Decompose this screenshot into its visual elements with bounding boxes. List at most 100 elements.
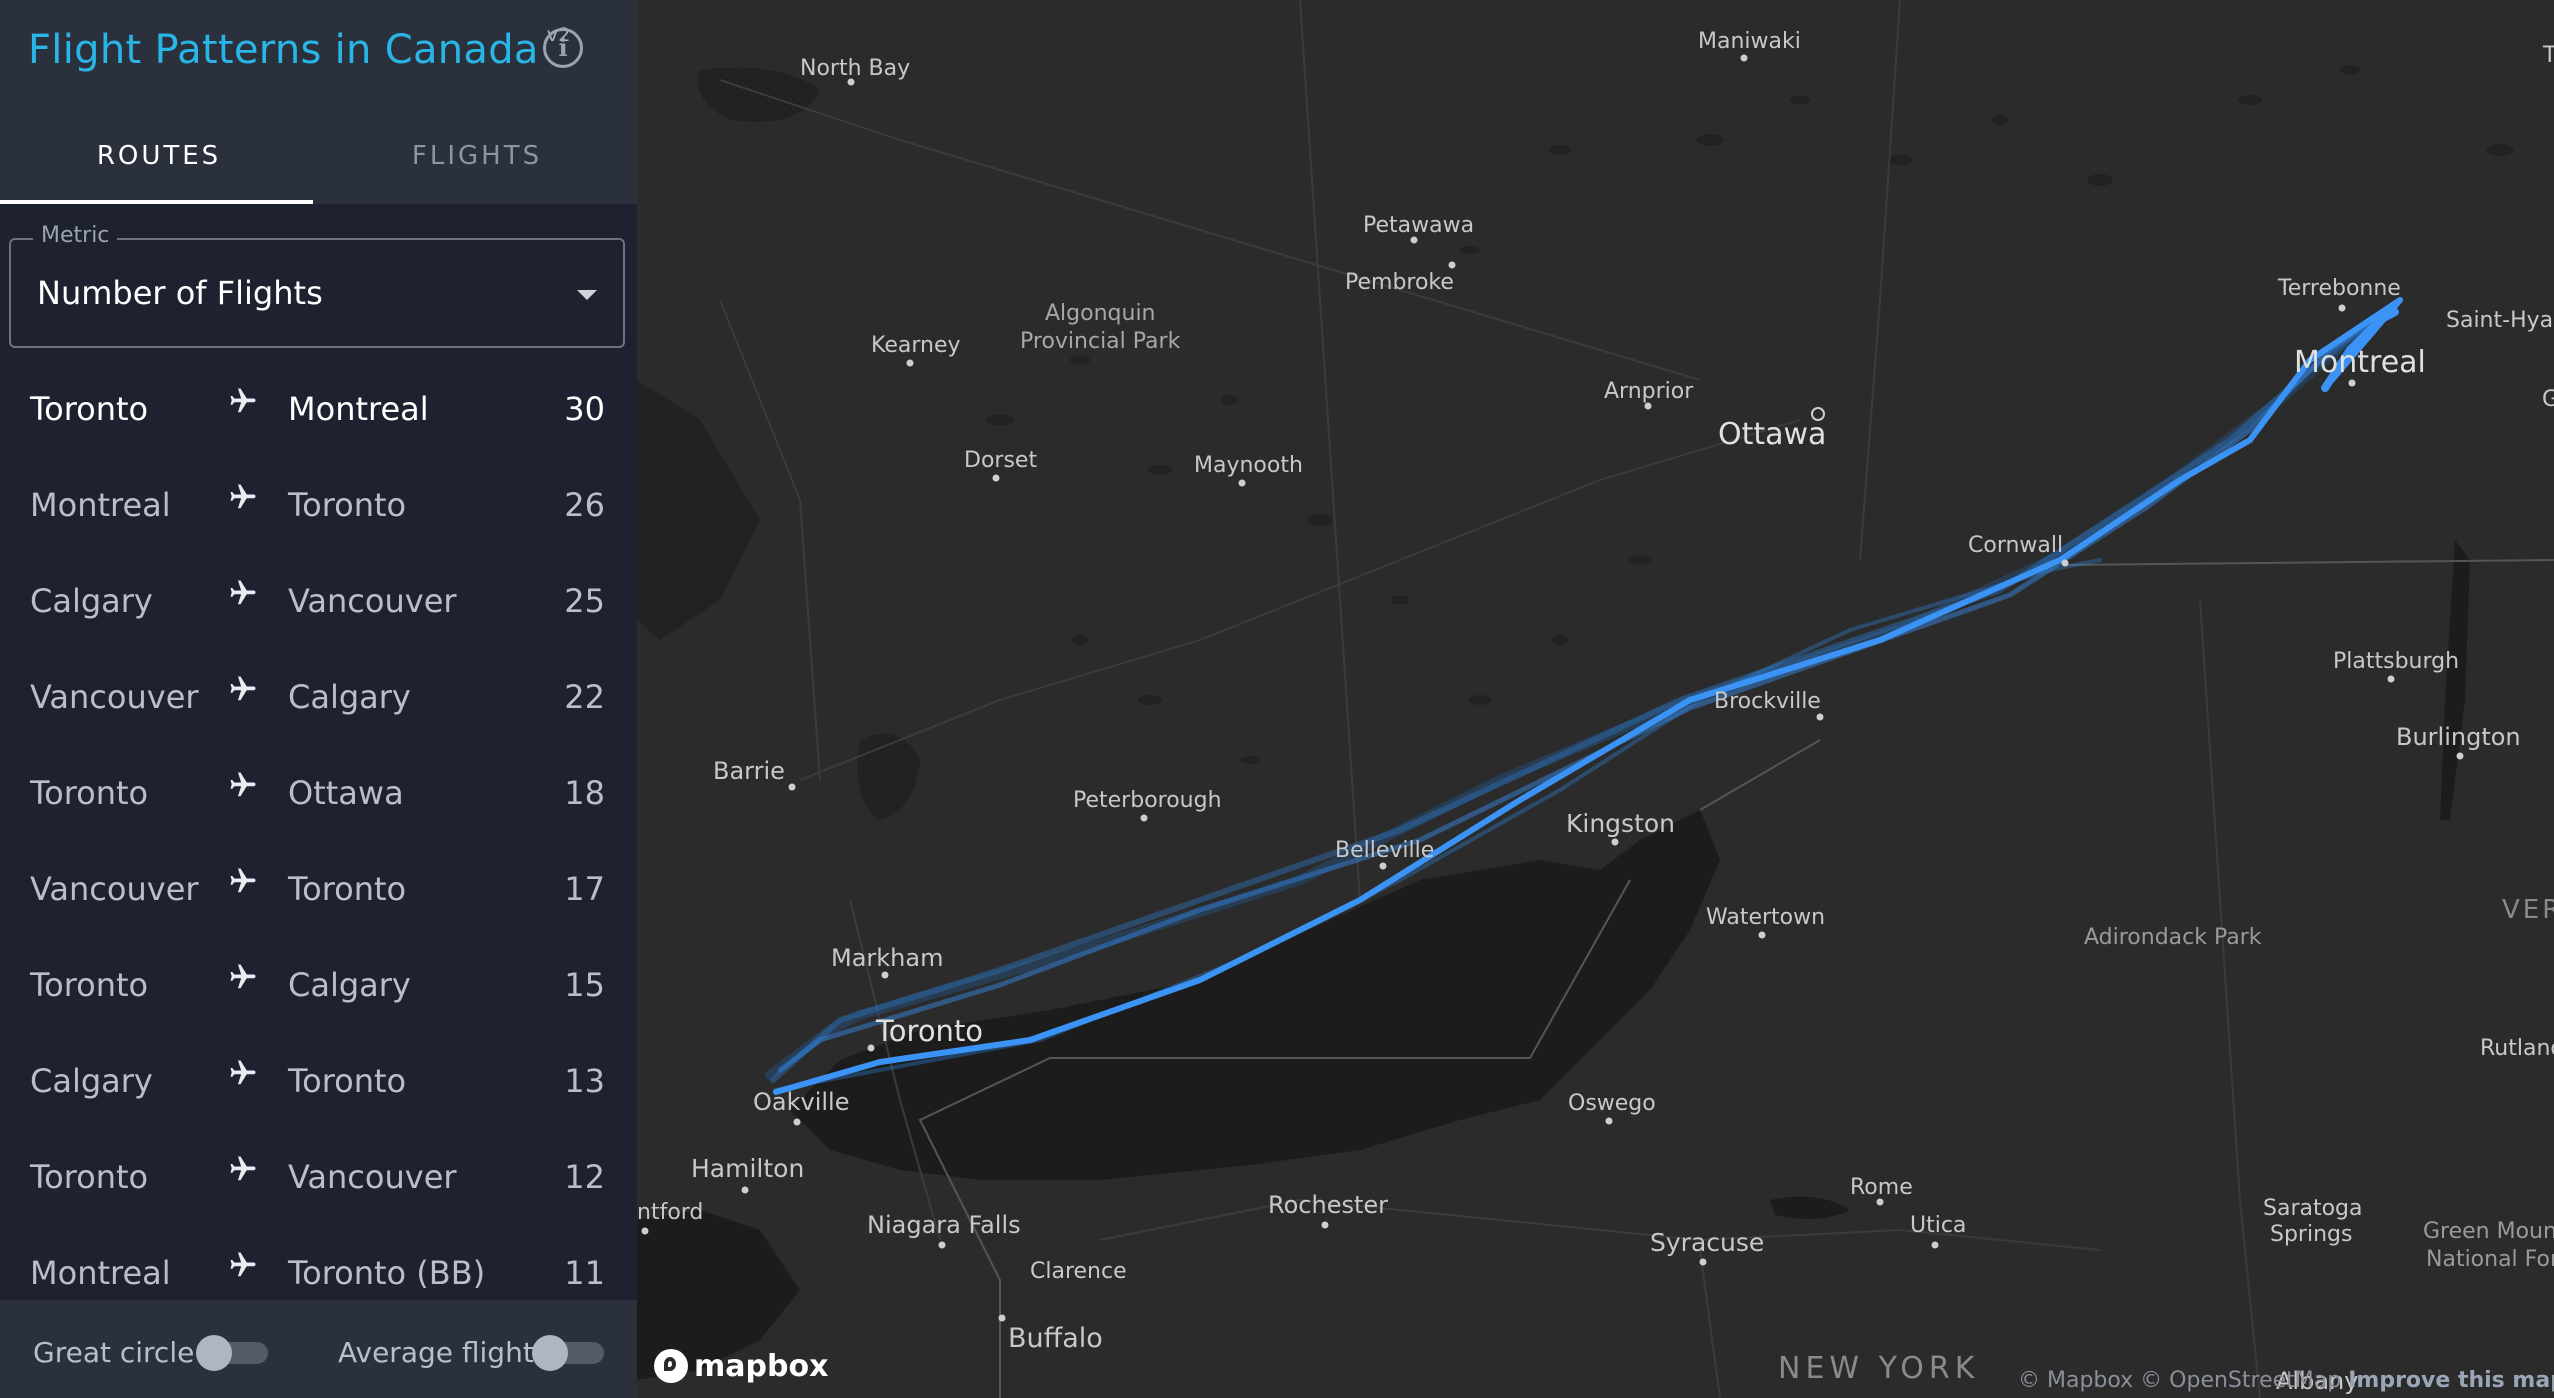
tab-flights[interactable]: FLIGHTS [318, 104, 636, 204]
label-kingston: Kingston [1566, 809, 1675, 838]
route-flight-count: 17 [564, 870, 605, 908]
airplane-icon [228, 386, 258, 416]
route-destination: Toronto [288, 870, 407, 908]
route-row[interactable]: Toronto Vancouver 12 [0, 1128, 637, 1224]
attribution-text[interactable]: © Mapbox © OpenStreetMap [2018, 1368, 2341, 1393]
label-national-for: National For [2426, 1247, 2554, 1272]
label-new-york: NEW YORK [1778, 1351, 1979, 1386]
label-oakville: Oakville [753, 1088, 849, 1116]
airplane-icon [228, 962, 258, 992]
improve-map-link[interactable]: Improve this map [2348, 1368, 2554, 1393]
route-row[interactable]: Calgary Toronto 13 [0, 1032, 637, 1128]
label-vermont: VER [2502, 895, 2554, 925]
label-terrebonne: Terrebonne [2277, 276, 2401, 301]
route-origin: Montreal [30, 1254, 171, 1292]
label-maynooth: Maynooth [1194, 453, 1303, 478]
route-destination: Vancouver [288, 1158, 457, 1196]
label-saratoga: Saratoga [2263, 1196, 2363, 1221]
mapbox-wordmark: mapbox [694, 1348, 829, 1384]
route-origin: Calgary [30, 1062, 153, 1100]
metric-select[interactable]: Metric Number of Flights [9, 223, 625, 348]
label-hamilton: Hamilton [691, 1154, 804, 1183]
label-brantford: ntford [637, 1200, 703, 1225]
airplane-icon [228, 1154, 258, 1184]
label-saint-hyac: Saint-Hyac [2446, 308, 2554, 333]
airplane-icon [228, 866, 258, 896]
route-row[interactable]: Toronto Calgary 15 [0, 936, 637, 1032]
app-title: Flight Patterns in Canada v2 [28, 24, 571, 73]
label-toronto: Toronto [875, 1014, 983, 1048]
info-icon[interactable]: i [543, 28, 583, 68]
label-barrie: Barrie [713, 757, 785, 785]
map-attribution: © Mapbox © OpenStreetMap Improve this ma… [2018, 1368, 2554, 1393]
label-buffalo: Buffalo [1008, 1323, 1103, 1354]
metric-value: Number of Flights [37, 274, 323, 312]
label-montreal: Montreal [2294, 345, 2426, 380]
label-clarence: Clarence [1030, 1259, 1127, 1284]
label-pembroke: Pembroke [1345, 270, 1454, 295]
route-row[interactable]: Montreal Toronto 26 [0, 456, 637, 552]
label-springs: Springs [2270, 1222, 2352, 1247]
route-destination: Calgary [288, 966, 411, 1004]
chevron-down-icon[interactable] [577, 290, 597, 300]
label-petawawa: Petawawa [1363, 213, 1474, 238]
label-north-bay: North Bay [800, 56, 910, 81]
route-origin: Toronto [30, 1158, 149, 1196]
airplane-icon [228, 674, 258, 704]
mapbox-logo[interactable]: mapbox [654, 1346, 828, 1386]
label-plattsburgh: Plattsburgh [2333, 649, 2459, 674]
route-destination: Toronto [288, 1062, 407, 1100]
route-destination: Toronto [288, 486, 407, 524]
average-flight-label: Average flight [338, 1336, 534, 1369]
route-destination: Toronto (BB) [288, 1254, 486, 1292]
route-row[interactable]: Toronto Montreal 30 [0, 360, 637, 456]
route-flight-count: 18 [564, 774, 605, 812]
label-algonquin: Algonquin [1045, 301, 1156, 326]
label-rutland: Rutland [2480, 1036, 2554, 1061]
label-edge-g: G [2542, 387, 2554, 412]
active-tab-indicator [0, 200, 313, 204]
route-row[interactable]: Vancouver Toronto 17 [0, 840, 637, 936]
label-rome: Rome [1850, 1175, 1913, 1200]
airplane-icon [228, 770, 258, 800]
route-origin: Montreal [30, 486, 171, 524]
label-brockville: Brockville [1714, 689, 1821, 714]
route-row[interactable]: Calgary Vancouver 25 [0, 552, 637, 648]
airplane-icon [228, 1250, 258, 1280]
route-flight-count: 22 [564, 678, 605, 716]
sidebar: Flight Patterns in Canada v2 i ROUTES FLI… [0, 0, 637, 1398]
route-flight-count: 13 [564, 1062, 605, 1100]
label-maniwaki: Maniwaki [1698, 29, 1801, 54]
airplane-icon [228, 1058, 258, 1088]
route-destination: Montreal [288, 390, 429, 428]
label-burlington: Burlington [2396, 723, 2521, 751]
route-row[interactable]: Vancouver Calgary 22 [0, 648, 637, 744]
tab-bar: ROUTES FLIGHTS [0, 104, 637, 204]
route-list: Toronto Montreal 30 Montreal Toronto 26 Calgar… [0, 360, 637, 1320]
label-markham: Markham [831, 944, 943, 972]
label-green-mount: Green Mount [2423, 1219, 2554, 1244]
route-destination: Vancouver [288, 582, 457, 620]
route-origin: Toronto [30, 966, 149, 1004]
label-dorset: Dorset [964, 448, 1037, 473]
route-flight-count: 12 [564, 1158, 605, 1196]
label-edge-t: T [2542, 43, 2554, 68]
app-header: Flight Patterns in Canada v2 i [0, 0, 637, 104]
route-flight-count: 11 [564, 1254, 605, 1292]
route-origin: Calgary [30, 582, 153, 620]
label-niagara-falls: Niagara Falls [867, 1211, 1021, 1239]
label-adirondack-park: Adirondack Park [2084, 925, 2262, 950]
airplane-icon [228, 578, 258, 608]
average-flight-toggle-knob[interactable] [532, 1335, 568, 1371]
map-canvas[interactable]: North Bay Maniwaki Petawawa Pembroke Alg… [637, 0, 2554, 1398]
label-watertown: Watertown [1706, 905, 1825, 930]
route-row[interactable]: Toronto Ottawa 18 [0, 744, 637, 840]
mapbox-icon [654, 1349, 688, 1383]
label-kearney: Kearney [871, 333, 961, 358]
route-flight-count: 25 [564, 582, 605, 620]
metric-label: Metric [33, 223, 118, 248]
great-circle-toggle-knob[interactable] [196, 1335, 232, 1371]
tab-routes[interactable]: ROUTES [0, 104, 318, 204]
label-arnprior: Arnprior [1604, 379, 1694, 404]
label-provincial-park: Provincial Park [1020, 329, 1181, 354]
